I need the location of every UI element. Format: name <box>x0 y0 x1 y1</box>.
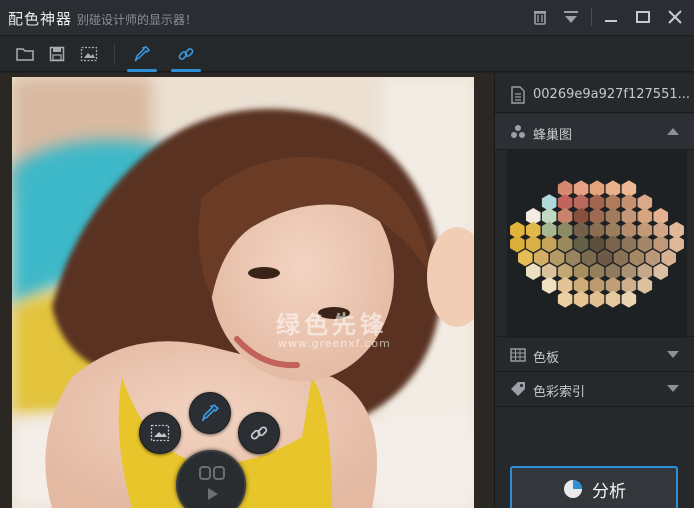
minimize-icon[interactable] <box>600 6 622 28</box>
hex-swatch[interactable] <box>510 235 525 253</box>
hex-swatch[interactable] <box>605 290 621 308</box>
palette-label: 色板 <box>533 351 560 366</box>
hex-swatch[interactable] <box>541 235 557 253</box>
title-bar: 配色神器 别碰设计师的显示器！ <box>0 0 694 36</box>
hex-swatch[interactable] <box>565 249 581 267</box>
float-screenshot-button[interactable] <box>139 412 181 454</box>
close-icon[interactable] <box>664 6 686 28</box>
float-link-button[interactable] <box>238 412 280 454</box>
honeycomb-chart[interactable] <box>507 150 687 338</box>
hex-swatch[interactable] <box>669 235 684 253</box>
hex-swatch[interactable] <box>533 249 549 267</box>
honeycomb-grid <box>510 180 684 308</box>
hex-swatch[interactable] <box>549 249 565 267</box>
hex-swatch[interactable] <box>629 249 645 267</box>
collapse-icon[interactable] <box>667 128 679 135</box>
open-folder-icon[interactable] <box>13 42 37 66</box>
grid-icon <box>510 348 526 362</box>
hex-swatch[interactable] <box>581 249 597 267</box>
link-icon <box>250 426 268 440</box>
color-index-label: 色彩索引 <box>533 385 586 400</box>
maximize-icon[interactable] <box>632 6 654 28</box>
file-name: 00269e9a927f127551... <box>533 87 691 102</box>
side-panel: 00269e9a927f127551... 蜂巢图 色板 色彩索引 分析 <box>494 73 694 508</box>
titlebar-divider <box>591 8 592 26</box>
document-icon <box>511 86 525 104</box>
app-title: 配色神器 <box>8 10 73 28</box>
expand-icon[interactable] <box>667 385 679 392</box>
expand-icon[interactable] <box>667 351 679 358</box>
main-action-button[interactable] <box>176 450 246 508</box>
app-subtitle: 别碰设计师的显示器！ <box>77 13 198 27</box>
hex-swatch[interactable] <box>605 235 621 253</box>
hex-swatch[interactable] <box>613 249 629 267</box>
play-controls-icon <box>199 466 225 500</box>
hex-swatch[interactable] <box>653 263 669 280</box>
eyedropper-icon[interactable] <box>127 42 157 72</box>
screenshot-icon <box>150 424 170 442</box>
link-icon[interactable] <box>171 42 201 72</box>
file-name-row: 00269e9a927f127551... <box>495 77 694 113</box>
hex-swatch[interactable] <box>541 277 557 294</box>
hex-swatch[interactable] <box>557 290 573 308</box>
watermark-text: 绿色先锋 <box>276 311 388 339</box>
hex-swatch[interactable] <box>621 235 637 253</box>
eyedropper-icon <box>201 404 219 422</box>
save-icon[interactable] <box>45 42 69 66</box>
hex-swatch[interactable] <box>573 290 589 308</box>
hex-swatch[interactable] <box>637 235 653 253</box>
color-index-header[interactable]: 色彩索引 <box>495 371 694 407</box>
hex-swatch[interactable] <box>621 290 637 308</box>
hex-swatch[interactable] <box>661 249 676 267</box>
tag-icon <box>511 382 525 396</box>
float-eyedropper-button[interactable] <box>189 392 231 434</box>
hex-swatch[interactable] <box>573 235 589 253</box>
pie-chart-icon <box>564 480 582 498</box>
hex-swatch[interactable] <box>525 263 541 280</box>
hex-swatch[interactable] <box>518 249 533 267</box>
palette-header[interactable]: 色板 <box>495 336 694 372</box>
trash-icon[interactable] <box>529 6 551 28</box>
hex-swatch[interactable] <box>589 290 605 308</box>
dots-icon <box>511 125 525 138</box>
hex-swatch[interactable] <box>557 235 573 253</box>
toolbar <box>0 36 694 72</box>
toolbar-divider <box>114 44 115 64</box>
screenshot-icon[interactable] <box>77 42 101 66</box>
hex-swatch[interactable] <box>597 249 613 267</box>
hex-swatch[interactable] <box>589 235 605 253</box>
hex-swatch[interactable] <box>637 277 653 294</box>
honeycomb-header[interactable]: 蜂巢图 <box>495 114 694 150</box>
watermark-url: www.greenxf.com <box>278 337 391 350</box>
dropdown-menu-icon[interactable] <box>560 6 582 28</box>
hex-swatch[interactable] <box>645 249 661 267</box>
analyze-button[interactable]: 分析 <box>510 466 678 508</box>
hex-swatch[interactable] <box>525 235 541 253</box>
image-canvas[interactable]: 绿色先锋 www.greenxf.com <box>0 73 494 508</box>
honeycomb-label: 蜂巢图 <box>533 128 573 143</box>
analyze-label: 分析 <box>592 481 626 502</box>
hex-swatch[interactable] <box>653 235 669 253</box>
